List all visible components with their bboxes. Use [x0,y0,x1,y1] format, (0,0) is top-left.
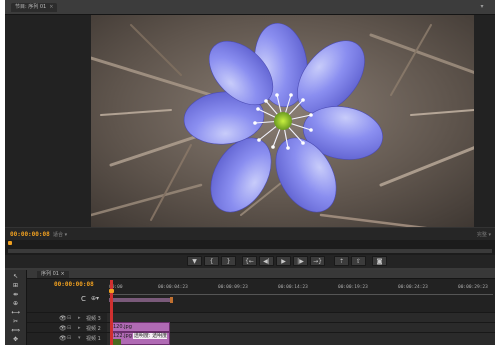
ruler-tick-label: 00:00:24:23 [398,285,428,290]
clip-name: 120.jpg [113,324,132,330]
flower-image [91,15,474,227]
track-select-tool-icon[interactable]: ⊞ [10,282,21,289]
timeline-tab-bar: 序列 01 × [27,270,495,279]
ruler-tick-label: 00:00:09:23 [218,285,248,290]
work-area-bar[interactable] [109,298,171,302]
expand-triangle-icon[interactable]: ▾ [78,335,81,341]
lock-icon[interactable]: ⊟ [67,335,71,341]
premiere-window: 节目: 序列 01 × ▾ 00:00:00:08 适合 ▾ 完整 ▾ ▼ {… [5,0,495,345]
slip-tool-icon[interactable]: ⟺ [10,327,21,334]
monitor-ruler-track[interactable] [8,249,492,253]
eye-icon[interactable]: 👁 [59,315,67,322]
expand-triangle-icon[interactable]: ▸ [78,315,81,321]
panel-menu-icon[interactable]: ▾ [477,3,487,11]
hand-tool-icon[interactable]: ✥ [10,336,21,343]
playhead-handle[interactable] [109,289,114,293]
timeline-playhead[interactable] [109,280,114,345]
clip-thumbnail [112,339,121,345]
add-marker-button[interactable]: ▼ [187,256,202,266]
rate-stretch-tool-icon[interactable]: ⊕ [10,300,21,307]
program-monitor-tab-label: 节目: 序列 01 [15,4,47,10]
tools-panel: ↖ ⊞ ⇹ ⊕ ⟷ ✂ ⟺ ✥ [5,270,27,345]
work-area-end-handle[interactable] [170,297,173,303]
ruler-tick-label: 00:00:14:23 [278,285,308,290]
monitor-playhead[interactable] [8,241,12,245]
clip-122[interactable]: 122.jpg透明度: 透明度 ▾ [110,332,170,345]
lift-button[interactable]: ⇡ [334,256,349,266]
eye-icon[interactable]: 👁 [59,325,67,332]
ruler-tick-label: 00:00:29:23 [458,285,488,290]
mark-in-button[interactable]: { [204,256,219,266]
program-monitor [5,15,495,227]
monitor-time-ruler[interactable] [5,240,495,255]
play-button[interactable]: ▶ [276,256,291,266]
timeline-ruler[interactable]: 00:00 00:00:04:23 00:00:09:23 00:00:14:2… [109,281,493,303]
monitor-timecode-bar: 00:00:00:08 适合 ▾ 完整 ▾ [5,227,495,240]
lock-icon[interactable]: ⊟ [67,315,71,321]
sequence-tab[interactable]: 序列 01 × [37,271,69,278]
track-label: 视频 3 [86,316,101,322]
timeline-timecode[interactable]: 00:00:00:08 [54,281,94,288]
set-marker-icon[interactable]: ⊕▾ [91,295,99,302]
step-forward-button[interactable]: |▶ [293,256,308,266]
go-to-in-button[interactable]: {← [242,256,257,266]
current-timecode[interactable]: 00:00:00:08 [10,231,50,238]
track-label: 视频 2 [86,326,101,332]
track-video-1: 👁 ⊟ ▾ 视频 1 [27,332,495,345]
clip-120[interactable]: 120.jpg [110,322,170,332]
snap-icon[interactable]: C [81,295,86,303]
expand-triangle-icon[interactable]: ▸ [78,325,81,331]
lock-icon[interactable]: ⊟ [67,325,71,331]
selection-tool-icon[interactable]: ↖ [10,273,21,280]
resolution-dropdown[interactable]: 完整 ▾ [477,231,491,238]
panel-tab-bar: 节目: 序列 01 × ▾ [5,0,495,15]
razor-tool-icon[interactable]: ✂ [10,318,21,325]
go-to-out-button[interactable]: →} [310,256,325,266]
track-label: 视频 1 [86,336,101,342]
step-back-button[interactable]: ◀| [259,256,274,266]
zoom-fit-dropdown[interactable]: 适合 ▾ [53,231,67,238]
eye-icon[interactable]: 👁 [59,335,67,342]
ruler-tick-label: 00:00:04:23 [158,285,188,290]
video-frame [91,15,474,227]
export-frame-button[interactable]: ◙ [372,256,387,266]
transport-controls: ▼ { } {← ◀| ▶ |▶ →} ⇡ ⇧ ◙ [5,255,495,268]
close-icon[interactable]: × [49,4,53,10]
program-monitor-tab[interactable]: 节目: 序列 01 × [11,3,58,12]
rolling-edit-tool-icon[interactable]: ⟷ [10,309,21,316]
ruler-tick-label: 00:00:19:23 [338,285,368,290]
extract-button[interactable]: ⇧ [351,256,366,266]
mark-out-button[interactable]: } [221,256,236,266]
ripple-edit-tool-icon[interactable]: ⇹ [10,291,21,298]
timeline-panel: ↖ ⊞ ⇹ ⊕ ⟷ ✂ ⟺ ✥ 序列 01 × 00:00:00:08 C ⊕▾… [5,270,495,345]
ruler-line [109,294,493,295]
